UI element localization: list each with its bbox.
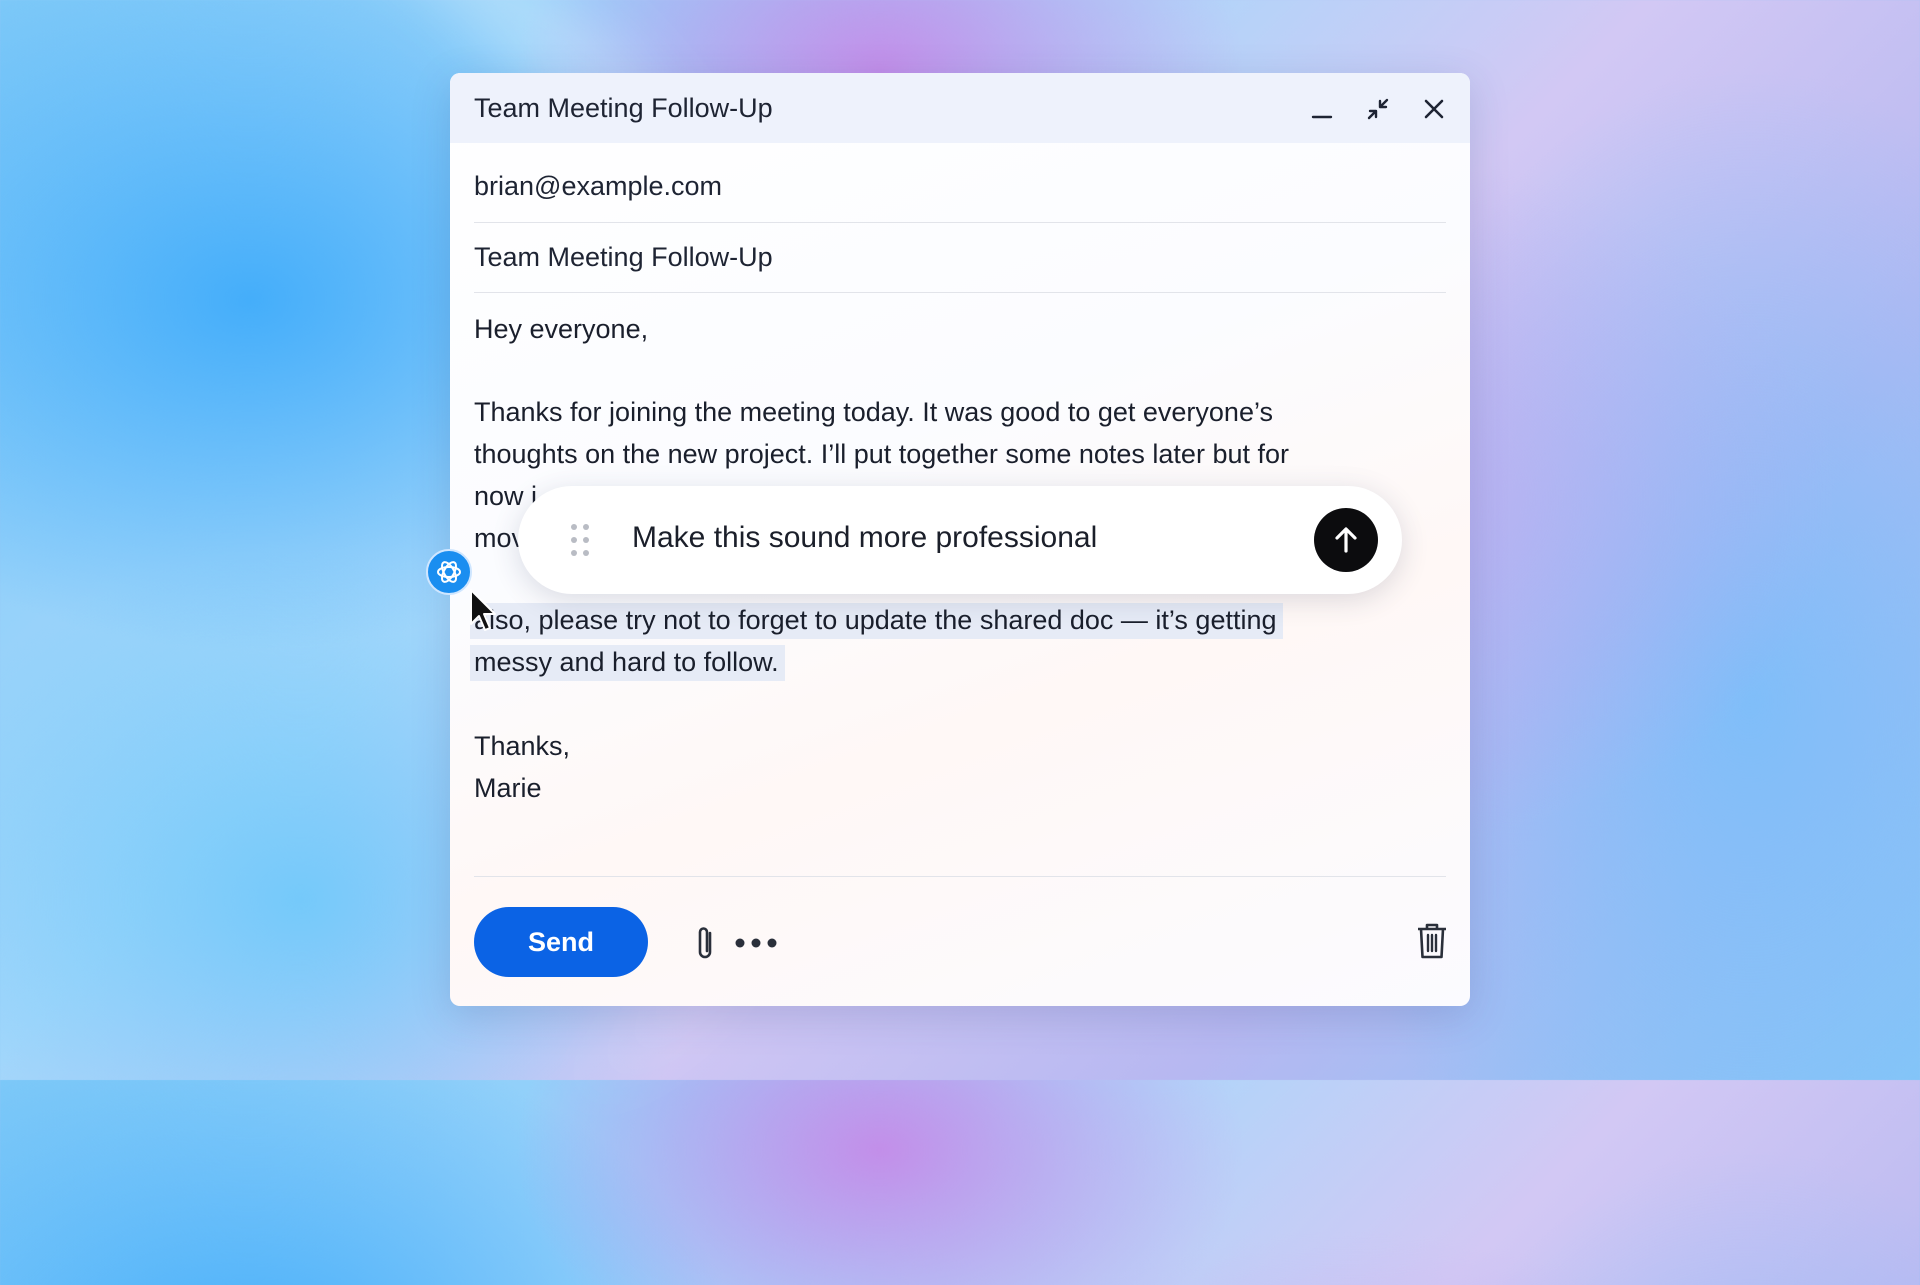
divider [474,222,1446,223]
selected-text-line: messy and hard to follow. [470,641,785,683]
selected-text: messy and hard to follow. [470,645,785,681]
drag-handle-icon [571,524,589,556]
subject-field[interactable]: Team Meeting Follow-Up [474,242,1446,273]
to-field[interactable]: brian@example.com [474,171,1446,202]
selected-text-line: also, please try not to forget to update… [470,599,1283,641]
mouse-pointer-icon [470,589,496,631]
minimize-button[interactable] [1304,91,1340,127]
chatgpt-icon [437,561,461,583]
more-dots-icon [735,938,777,948]
body-line: thoughts on the new project. I’ll put to… [474,439,1289,469]
close-button[interactable] [1416,91,1452,127]
paperclip-icon [698,927,712,959]
send-button[interactable]: Send [474,907,648,977]
submit-prompt-button[interactable] [1314,508,1378,572]
greeting-text: Hey everyone, [474,314,649,344]
title-bar: Team Meeting Follow-Up [450,73,1470,143]
ai-prompt-bar: Make this sound more professional [518,486,1402,594]
drag-handle[interactable] [568,522,592,558]
window-title: Team Meeting Follow-Up [474,93,773,123]
collapse-button[interactable] [1360,91,1396,127]
more-options-button[interactable] [732,931,780,955]
arrow-up-icon [1335,527,1357,553]
collapse-icon [1367,98,1389,120]
divider [474,876,1446,877]
prompt-input[interactable]: Make this sound more professional [632,521,1097,555]
signoff-text: Thanks, [474,731,571,761]
divider [474,292,1446,293]
signature-text: Marie [474,773,542,803]
delete-draft-button[interactable] [1416,922,1448,960]
minimize-icon [1311,115,1333,119]
close-icon [1424,99,1444,119]
assistant-badge[interactable] [426,549,472,595]
selected-text: also, please try not to forget to update… [470,603,1283,639]
attach-button[interactable] [690,923,720,963]
body-line: Thanks for joining the meeting today. It… [474,397,1273,427]
trash-icon [1418,923,1446,959]
